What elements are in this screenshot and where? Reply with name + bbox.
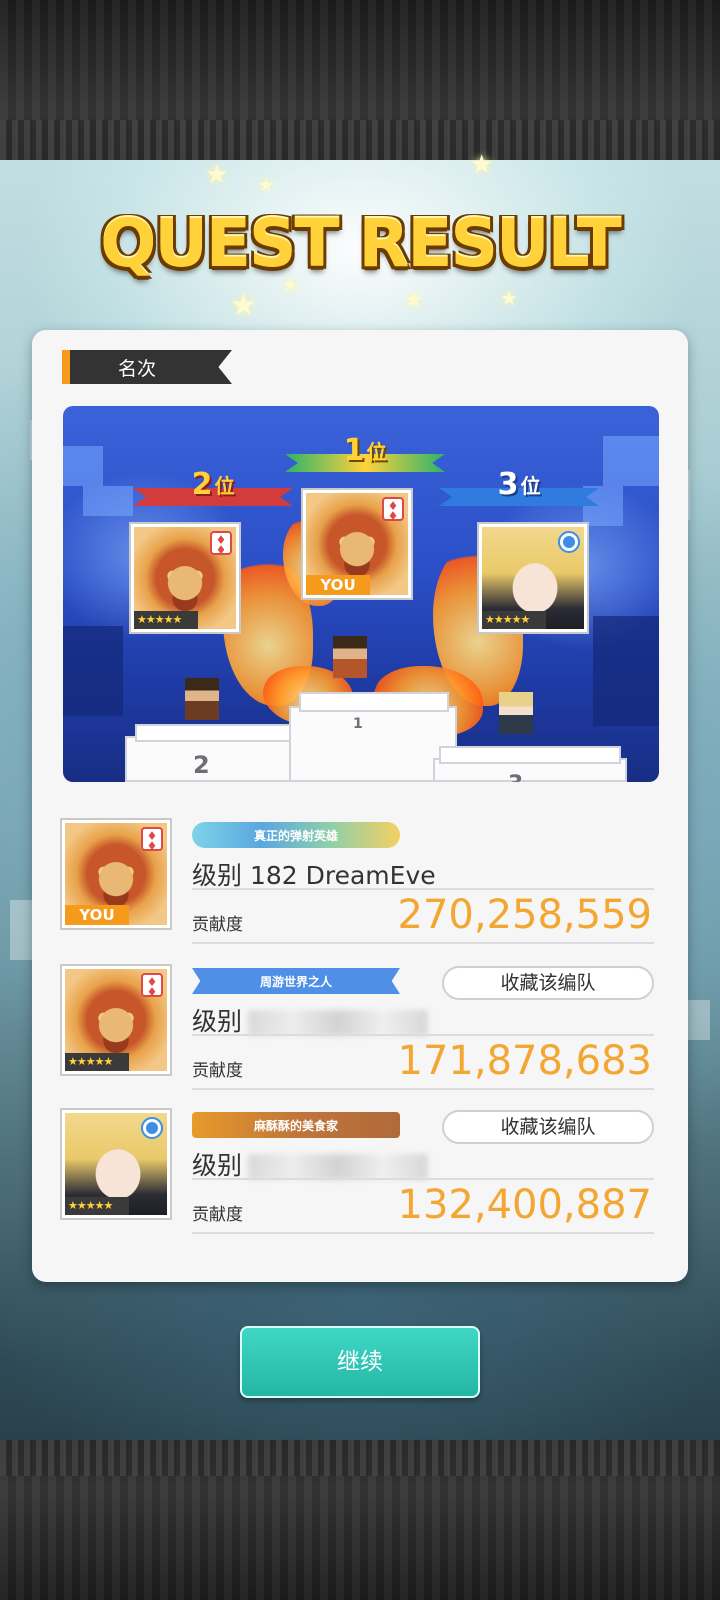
water-element-icon bbox=[558, 531, 580, 553]
rarity-stars: ★★★★★ bbox=[65, 1053, 129, 1071]
podium-scene: 2 1 3 2 位 1 位 3 位 ♦♦ ★★★★★ bbox=[63, 406, 659, 782]
divider bbox=[192, 1034, 654, 1036]
player-title-badge: 真正的弹射英雄 bbox=[192, 822, 400, 848]
contribution-label: 贡献度 bbox=[192, 915, 243, 935]
star-icon: ★ bbox=[404, 288, 424, 313]
rarity-stars: ★★★★★ bbox=[65, 1197, 129, 1215]
save-team-button[interactable]: 收藏该编队 bbox=[442, 966, 654, 1000]
you-tag: YOU bbox=[306, 575, 370, 595]
player-title-badge: 麻酥酥的美食家 bbox=[192, 1112, 400, 1138]
page-title: QUEST RESULT bbox=[100, 205, 622, 282]
contribution-value: 132,400,887 bbox=[397, 1182, 652, 1228]
podium-number-3: 3 bbox=[508, 772, 523, 782]
player-level-name: 级别 bbox=[192, 1146, 429, 1182]
star-icon: ★ bbox=[470, 150, 494, 180]
you-tag: YOU bbox=[65, 905, 129, 925]
rank-ribbon-second: 2 位 bbox=[133, 466, 293, 506]
water-element-icon bbox=[141, 1117, 163, 1139]
row-portrait: ♦ ♦ ★★★★★ bbox=[62, 966, 170, 1074]
diamond-suit-icon: ♦ ♦ bbox=[210, 531, 232, 556]
blurred-player-name bbox=[248, 1154, 429, 1180]
character-sprite-third bbox=[499, 692, 533, 734]
podium-number-1: 1 bbox=[353, 716, 363, 732]
bottom-frame-bar bbox=[0, 1440, 720, 1600]
player-level-name: 级别 182 DreamEve bbox=[192, 861, 436, 890]
blurred-player-name bbox=[248, 1010, 429, 1036]
star-icon: ★ bbox=[205, 160, 229, 190]
contribution-label: 贡献度 bbox=[192, 1061, 243, 1081]
result-row-third: ★★★★★ 麻酥酥的美食家 收藏该编队 级别 贡献度 132,400,887 bbox=[62, 1110, 656, 1234]
rarity-stars: ★★★★★ bbox=[482, 611, 546, 629]
result-row-first: ♦ ♦ YOU 真正的弹射英雄 级别 182 DreamEve 贡献度 270,2… bbox=[62, 820, 656, 944]
character-sprite-second bbox=[185, 678, 219, 720]
podium-number-2: 2 bbox=[193, 751, 210, 779]
character-sprite-first bbox=[333, 636, 367, 678]
top-frame-bar bbox=[0, 0, 720, 160]
star-icon: ★ bbox=[500, 286, 518, 310]
podium-portrait-third: ★★★★★ bbox=[479, 524, 587, 632]
divider bbox=[192, 1178, 654, 1180]
divider bbox=[192, 1088, 654, 1090]
result-row-second: ♦ ♦ ★★★★★ 周游世界之人 收藏该编队 级别 贡献度 171,878,683 bbox=[62, 966, 656, 1090]
continue-button[interactable]: 继续 bbox=[240, 1326, 480, 1398]
player-title-badge: 周游世界之人 bbox=[192, 968, 400, 994]
divider bbox=[192, 942, 654, 944]
rank-ribbon-first: 1 位 bbox=[285, 432, 445, 472]
result-card: 名次 2 1 3 2 位 bbox=[32, 330, 688, 1282]
save-team-button[interactable]: 收藏该编队 bbox=[442, 1110, 654, 1144]
podium-first bbox=[289, 706, 457, 782]
contribution-label: 贡献度 bbox=[192, 1205, 243, 1225]
podium-portrait-second: ♦ ♦ ★★★★★ bbox=[131, 524, 239, 632]
star-icon: ★ bbox=[230, 288, 257, 323]
divider bbox=[192, 1232, 654, 1234]
row-portrait: ♦ ♦ YOU bbox=[62, 820, 170, 928]
divider bbox=[192, 888, 654, 890]
podium-second bbox=[125, 736, 315, 782]
contribution-value: 171,878,683 bbox=[397, 1038, 652, 1084]
diamond-suit-icon: ♦ ♦ bbox=[141, 973, 163, 998]
diamond-suit-icon: ♦ ♦ bbox=[141, 827, 163, 852]
rank-ribbon-third: 3 位 bbox=[439, 466, 599, 506]
podium-portrait-first: ♦ ♦ YOU bbox=[303, 490, 411, 598]
rarity-stars: ★★★★★ bbox=[134, 611, 198, 629]
row-portrait: ★★★★★ bbox=[62, 1110, 170, 1218]
diamond-suit-icon: ♦ ♦ bbox=[382, 497, 404, 522]
contribution-value: 270,258,559 bbox=[397, 892, 652, 938]
section-tab-ranking: 名次 bbox=[62, 350, 232, 384]
star-icon: ★ bbox=[258, 175, 275, 196]
player-level-name: 级别 bbox=[192, 1002, 429, 1038]
